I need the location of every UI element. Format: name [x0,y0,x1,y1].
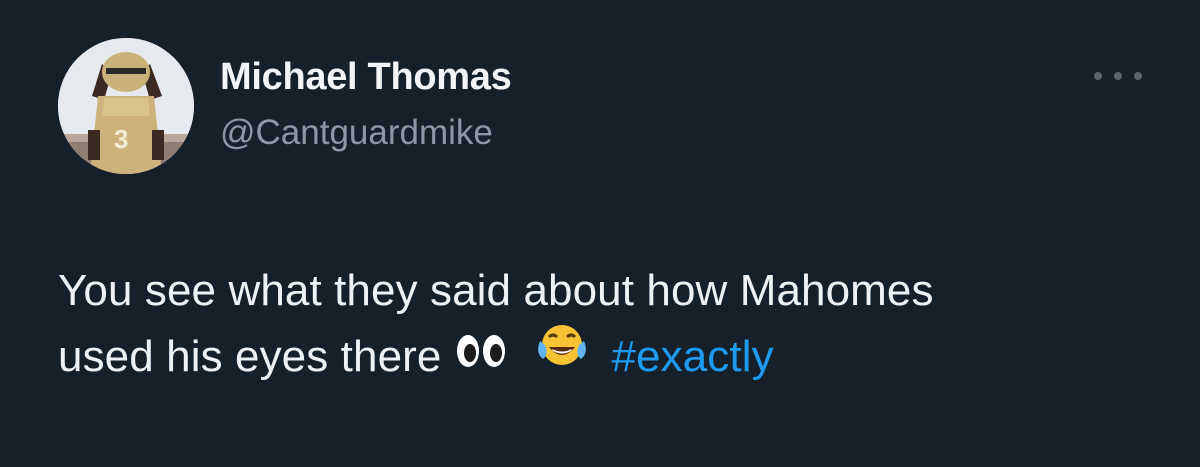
eyes-emoji-icon [455,322,507,388]
tweet-card: 3 Michael Thomas @Cantguardmike You see … [0,0,1200,467]
author-handle[interactable]: @Cantguardmike [220,113,493,153]
tweet-line-2: used his eyes there #exactly [58,324,1158,392]
tweet-text: You see what they said about how Mahomes… [58,258,1158,392]
more-options-button[interactable] [1094,63,1142,89]
face-with-tears-of-joy-emoji-icon [537,322,587,388]
avatar[interactable]: 3 [58,38,194,174]
avatar-photo: 3 [58,38,194,174]
svg-text:3: 3 [114,124,128,154]
more-horizontal-icon [1094,72,1102,80]
hashtag-link[interactable]: #exactly [611,332,773,381]
tweet-line-1: You see what they said about how Mahomes [58,266,934,315]
tweet-line-2-text: used his eyes there [58,332,442,381]
author-display-name[interactable]: Michael Thomas [220,56,512,99]
